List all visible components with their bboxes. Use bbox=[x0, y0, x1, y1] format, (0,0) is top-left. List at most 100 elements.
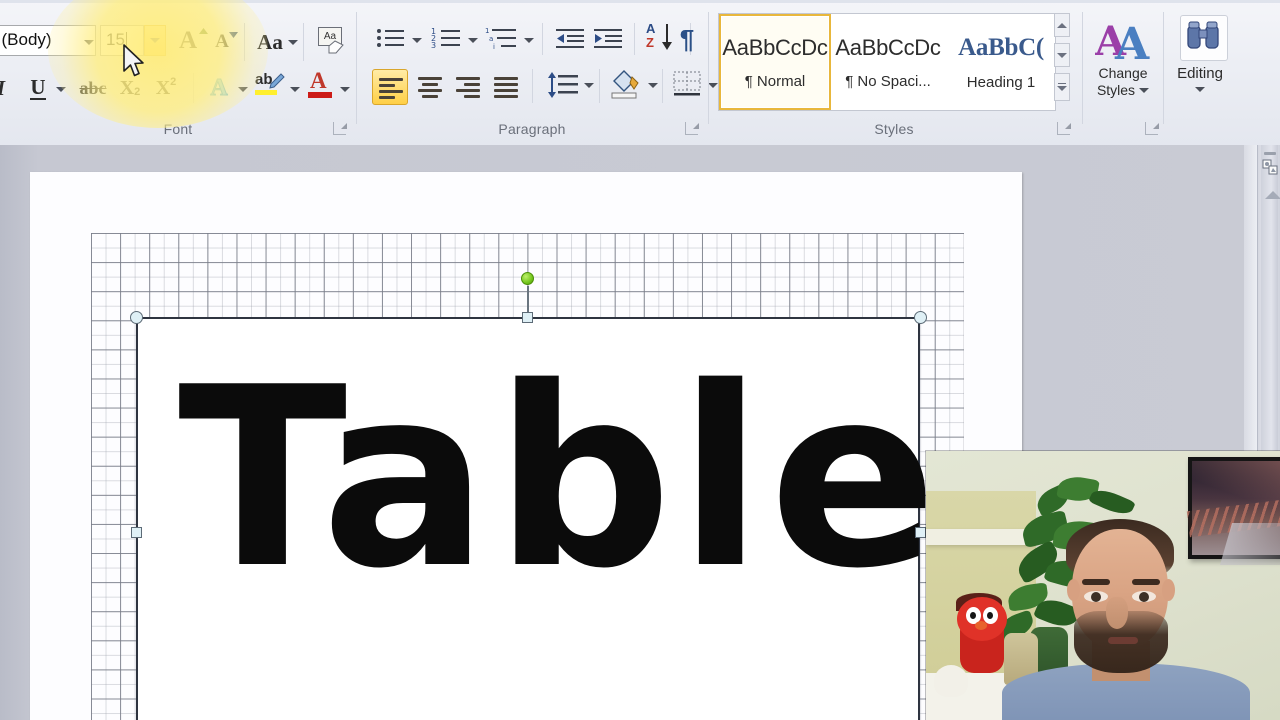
editing-button[interactable]: Editing bbox=[1170, 65, 1230, 92]
styles-more-button[interactable] bbox=[1054, 73, 1070, 101]
align-center-icon bbox=[418, 77, 442, 101]
superscript-button[interactable]: X2 bbox=[150, 73, 182, 103]
document-page[interactable]: Table bbox=[30, 172, 1022, 720]
font-color-button[interactable]: A bbox=[306, 71, 336, 105]
paragraph-separator-2 bbox=[634, 23, 635, 55]
text-effects-arrow[interactable] bbox=[238, 87, 248, 92]
resize-handle-top-left[interactable] bbox=[130, 311, 143, 324]
increase-indent-button[interactable] bbox=[592, 25, 626, 53]
cam-presenter-eyebrow bbox=[1082, 579, 1110, 585]
style-name-no-spacing: ¶ No Spaci... bbox=[845, 73, 931, 90]
font-group-label: Font bbox=[0, 121, 356, 137]
styles-scroll-up-button[interactable] bbox=[1054, 13, 1070, 37]
svg-text:3: 3 bbox=[431, 41, 436, 50]
style-item-no-spacing[interactable]: AaBbCcDc ¶ No Spaci... bbox=[832, 14, 944, 110]
highlight-color-swatch bbox=[255, 90, 277, 95]
cam-presenter-iris bbox=[1139, 592, 1149, 602]
text-highlight-color-button[interactable]: ab bbox=[254, 71, 288, 105]
underline-dropdown-arrow[interactable] bbox=[56, 87, 66, 92]
borders-icon bbox=[670, 69, 704, 103]
subscript-sub: 2 bbox=[134, 86, 140, 98]
line-spacing-button[interactable] bbox=[546, 69, 580, 103]
font-group-separator-1 bbox=[244, 23, 245, 61]
font-color-arrow[interactable] bbox=[340, 87, 350, 92]
text-highlight-arrow[interactable] bbox=[290, 87, 300, 92]
editing-label: Editing bbox=[1177, 65, 1223, 82]
style-item-normal[interactable]: AaBbCcDc ¶ Normal bbox=[719, 14, 831, 110]
editing-icon-box[interactable] bbox=[1180, 15, 1228, 61]
resize-handle-top-center[interactable] bbox=[522, 312, 533, 323]
borders-button[interactable] bbox=[670, 69, 704, 103]
change-styles-button[interactable]: A A Change Styles bbox=[1084, 19, 1162, 99]
shading-button[interactable] bbox=[608, 67, 642, 105]
justify-button[interactable] bbox=[488, 69, 524, 105]
align-center-button[interactable] bbox=[412, 69, 448, 105]
underline-button[interactable]: U bbox=[24, 73, 52, 103]
multilevel-list-button[interactable]: 1 a i bbox=[484, 25, 520, 53]
rotation-handle[interactable] bbox=[521, 272, 534, 285]
select-browse-object-button[interactable] bbox=[1262, 159, 1277, 174]
styles-gallery: AaBbCcDc ¶ Normal AaBbCcDc ¶ No Spaci...… bbox=[718, 13, 1056, 111]
editing-dropdown-arrow[interactable] bbox=[1195, 87, 1205, 92]
chevron-down-icon bbox=[1057, 53, 1067, 58]
bullets-button[interactable] bbox=[374, 25, 408, 53]
highlighter-pen-icon bbox=[266, 72, 286, 92]
styles-dialog-launcher[interactable] bbox=[1057, 122, 1070, 135]
svg-text:1: 1 bbox=[485, 27, 489, 35]
resize-handle-middle-right[interactable] bbox=[915, 527, 926, 538]
font-name-combo[interactable]: i (Body) bbox=[0, 25, 96, 56]
decrease-indent-button[interactable] bbox=[554, 25, 588, 53]
svg-text:a: a bbox=[489, 35, 493, 43]
styles-scroll-down-button[interactable] bbox=[1054, 43, 1070, 67]
italic-button[interactable]: I bbox=[0, 73, 14, 103]
text-box-content[interactable]: Table bbox=[178, 329, 943, 629]
paragraph-dialog-launcher[interactable] bbox=[685, 122, 698, 135]
pilcrow-icon: ¶ bbox=[680, 24, 694, 55]
change-styles-dialog-launcher[interactable] bbox=[1145, 122, 1158, 135]
cam-presenter-mouth bbox=[1108, 637, 1138, 644]
clear-formatting-button[interactable]: Aa bbox=[316, 25, 348, 57]
resize-handle-middle-left[interactable] bbox=[131, 527, 142, 538]
change-case-label: Aa bbox=[257, 30, 283, 55]
font-color-swatch bbox=[308, 92, 332, 98]
font-name-value: i (Body) bbox=[0, 30, 52, 50]
text-effects-button[interactable]: A bbox=[204, 73, 234, 103]
superscript-sup: 2 bbox=[170, 76, 176, 88]
font-dialog-launcher[interactable] bbox=[333, 122, 346, 135]
selected-text-box[interactable]: Table bbox=[136, 317, 920, 720]
bullets-arrow[interactable] bbox=[412, 38, 422, 43]
italic-label: I bbox=[0, 76, 5, 101]
numbering-button[interactable]: 1 2 3 bbox=[430, 25, 464, 53]
cam-presenter-eyebrow bbox=[1132, 579, 1160, 585]
resize-handle-top-right[interactable] bbox=[914, 311, 927, 324]
binoculars-icon bbox=[1181, 16, 1225, 58]
style-item-heading-1[interactable]: AaBbC( Heading 1 bbox=[945, 14, 1057, 110]
grow-font-label: A bbox=[179, 27, 197, 55]
change-case-arrow[interactable] bbox=[288, 40, 298, 45]
multilevel-list-arrow[interactable] bbox=[524, 38, 534, 43]
strikethrough-button[interactable]: abc bbox=[76, 73, 110, 103]
scroll-up-button[interactable] bbox=[1265, 191, 1280, 199]
change-case-button[interactable]: Aa bbox=[252, 27, 288, 57]
cam-presenter-nose bbox=[1106, 597, 1128, 629]
font-name-dropdown-arrow[interactable] bbox=[84, 40, 94, 45]
cam-presenter-eye bbox=[1132, 591, 1156, 602]
line-spacing-arrow[interactable] bbox=[584, 83, 594, 88]
numbering-icon: 1 2 3 bbox=[430, 25, 464, 53]
cam-presenter-ear bbox=[1067, 579, 1080, 601]
font-size-dropdown-arrow[interactable] bbox=[150, 38, 160, 43]
increase-indent-icon bbox=[592, 25, 626, 53]
show-formatting-marks-button[interactable]: ¶ bbox=[672, 23, 702, 55]
align-left-button[interactable] bbox=[372, 69, 408, 105]
align-right-button[interactable] bbox=[450, 69, 486, 105]
svg-text:i: i bbox=[493, 43, 495, 51]
cam-presenter-iris bbox=[1091, 592, 1101, 602]
style-name-normal: ¶ Normal bbox=[745, 73, 806, 90]
shading-arrow[interactable] bbox=[648, 83, 658, 88]
cam-roadway bbox=[1220, 523, 1280, 565]
numbering-arrow[interactable] bbox=[468, 38, 478, 43]
line-spacing-icon bbox=[546, 69, 580, 103]
cam-toy-white bbox=[934, 665, 968, 697]
ribbon-group-font: i (Body) 15 A A Aa Aa bbox=[0, 3, 356, 143]
change-styles-arrow[interactable] bbox=[1139, 88, 1149, 93]
